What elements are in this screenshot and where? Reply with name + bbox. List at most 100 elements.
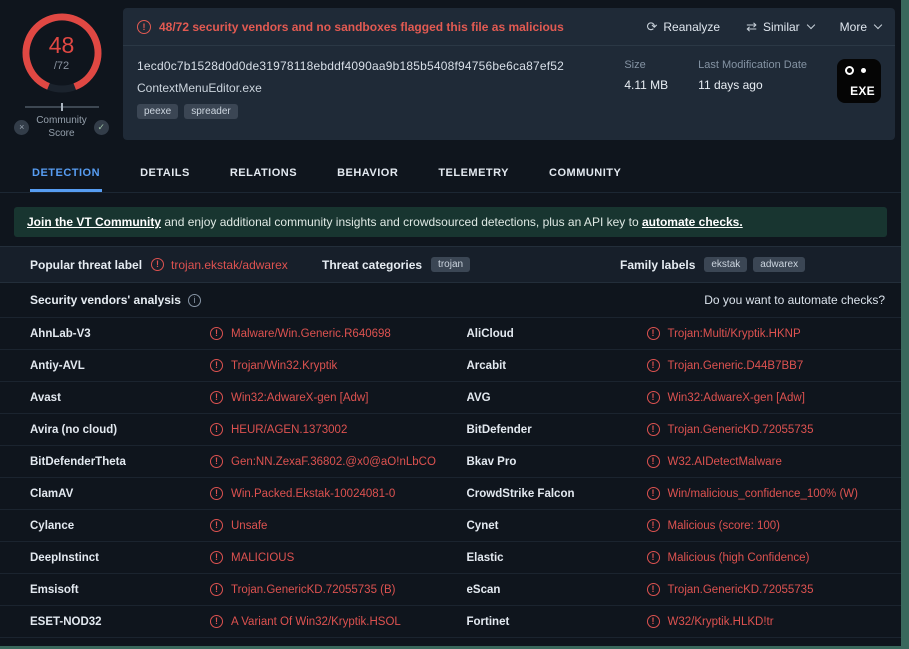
community-score-widget: × Community Score ✓ [7, 106, 117, 140]
threat-category-badges: trojan [431, 257, 470, 272]
family-label-badge[interactable]: ekstak [704, 257, 747, 272]
filetype-label: EXE [850, 84, 875, 98]
malicious-icon: ! [647, 455, 660, 468]
vendor-cell: Elastic!Malicious (high Confidence) [451, 542, 902, 573]
upvote-icon[interactable]: ✓ [94, 120, 109, 135]
detection-result-text: Win.Packed.Ekstak-10024081-0 [231, 488, 395, 500]
detection-score-gauge: 48 /72 [17, 8, 107, 98]
vendor-cell: BitDefender! Trojan.GenericKD.72055735 [451, 414, 902, 445]
modified-value: 11 days ago [698, 78, 807, 92]
vendor-cell: Avast!Win32:AdwareX-gen [Adw] [0, 382, 451, 413]
vendor-cell: AVG!Win32:AdwareX-gen [Adw] [451, 382, 902, 413]
detection-result: !Trojan:Multi/Kryptik.HKNP [647, 327, 801, 340]
popular-threat-value[interactable]: ! trojan.ekstak/adwarex [151, 258, 288, 272]
automate-checks-link[interactable]: automate checks. [642, 215, 743, 229]
table-row: ClamAV!Win.Packed.Ekstak-10024081-0Crowd… [0, 477, 901, 509]
tab-relations[interactable]: RELATIONS [228, 158, 299, 192]
similar-button[interactable]: ⇄ Similar [746, 19, 814, 35]
more-button[interactable]: More [840, 20, 881, 34]
vendor-cell: AliCloud!Trojan:Multi/Kryptik.HKNP [451, 318, 902, 349]
family-label-badge[interactable]: adwarex [753, 257, 805, 272]
tab-community[interactable]: COMMUNITY [547, 158, 623, 192]
detection-result-text: Win32:AdwareX-gen [Adw] [231, 392, 368, 404]
filetype-dot [861, 68, 866, 73]
malicious-icon: ! [210, 615, 223, 628]
alert-text: 48/72 security vendors and no sandboxes … [159, 20, 564, 34]
size-value: 4.11 MB [624, 78, 668, 92]
vendor-cell: Avira (no cloud)!HEUR/AGEN.1373002 [0, 414, 451, 445]
detection-result-text: Trojan.GenericKD.72055735 [668, 584, 814, 596]
detection-result-text: Malware/Win.Generic.R640698 [231, 328, 391, 340]
table-row: Avira (no cloud)!HEUR/AGEN.1373002BitDef… [0, 413, 901, 445]
file-tag-badge[interactable]: peexe [137, 104, 178, 119]
family-labels-label: Family labels [620, 258, 695, 272]
vendor-cell: ClamAV!Win.Packed.Ekstak-10024081-0 [0, 478, 451, 509]
table-row: AhnLab-V3!Malware/Win.Generic.R640698Ali… [0, 317, 901, 349]
malicious-icon: ! [647, 391, 660, 404]
table-row: BitDefenderTheta!Gen:NN.ZexaF.36802.@x0@… [0, 445, 901, 477]
automate-checks-prompt[interactable]: Do you want to automate checks? [704, 293, 885, 307]
malicious-icon: ! [647, 327, 660, 340]
size-label: Size [624, 59, 668, 71]
malicious-icon: ! [210, 583, 223, 596]
file-name: ContextMenuEditor.exe [137, 81, 594, 95]
detection-result-text: Trojan/Win32.Kryptik [231, 360, 337, 372]
detection-result: !HEUR/AGEN.1373002 [210, 423, 347, 436]
detection-result-text: Trojan.GenericKD.72055735 [668, 424, 814, 436]
filetype-exe-icon: EXE [837, 59, 881, 103]
file-size: Size 4.11 MB [624, 59, 668, 92]
vendor-cell: ESET-NOD32! A Variant Of Win32/Kryptik.HS… [0, 606, 451, 637]
vendor-cell: Bkav Pro!W32.AIDetectMalware [451, 446, 902, 477]
reanalyze-button[interactable]: ⟳ Reanalyze [646, 19, 720, 35]
table-row: Emsisoft!Trojan.GenericKD.72055735 (B)eS… [0, 573, 901, 605]
detection-result: !Malicious (high Confidence) [647, 551, 810, 564]
detection-result-text: MALICIOUS [231, 552, 294, 564]
detection-result-text: W32/Kryptik.HLKD!tr [668, 616, 774, 628]
tab-behavior[interactable]: BEHAVIOR [335, 158, 400, 192]
malicious-icon: ! [647, 519, 660, 532]
family-label-badges: ekstak adwarex [704, 257, 805, 272]
detection-result: ! Trojan.GenericKD.72055735 [647, 423, 814, 436]
vendor-name: Bkav Pro [467, 456, 647, 468]
file-tag-badge[interactable]: spreader [184, 104, 237, 119]
vendor-name: Fortinet [467, 616, 647, 628]
reanalyze-icon: ⟳ [646, 19, 657, 35]
join-vt-community-link[interactable]: Join the VT Community [27, 215, 161, 229]
banner-text: and enjoy additional community insights … [161, 215, 642, 229]
vendor-name: Antiy-AVL [30, 360, 210, 372]
detection-result-text: Unsafe [231, 520, 267, 532]
tab-detection[interactable]: DETECTION [30, 158, 102, 192]
vendor-name: ESET-NOD32 [30, 616, 210, 628]
malicious-icon: ! [647, 487, 660, 500]
analysis-title: Security vendors' analysis [30, 293, 181, 307]
detection-result-text: A Variant Of Win32/Kryptik.HSOL [231, 616, 401, 628]
community-score-marker [61, 103, 63, 111]
malicious-icon: ! [210, 487, 223, 500]
tab-telemetry[interactable]: TELEMETRY [436, 158, 511, 192]
file-header-panel: ! 48/72 security vendors and no sandboxe… [123, 8, 895, 140]
malicious-icon: ! [647, 359, 660, 372]
malicious-icon: ! [647, 423, 660, 436]
tab-details[interactable]: DETAILS [138, 158, 192, 192]
threat-categories-label: Threat categories [322, 258, 422, 272]
vendor-name: BitDefender [467, 424, 647, 436]
scrollbar-track[interactable] [901, 0, 909, 649]
downvote-icon[interactable]: × [14, 120, 29, 135]
vendor-cell: AhnLab-V3!Malware/Win.Generic.R640698 [0, 318, 451, 349]
info-icon[interactable]: i [188, 294, 201, 307]
file-hash[interactable]: 1ecd0c7b1528d0d0de31978118ebddf4090aa9b1… [137, 59, 594, 73]
detection-result: !Trojan.Generic.D44B7BB7 [647, 359, 804, 372]
community-score-label: Community Score [36, 115, 87, 140]
detection-result: !Trojan.GenericKD.72055735 (B) [210, 583, 396, 596]
vt-community-banner: Join the VT Community and enjoy addition… [14, 207, 887, 237]
file-tags: peexe spreader [137, 104, 594, 119]
virustotal-page: 48 /72 × Community Score ✓ [0, 0, 901, 646]
community-score-slider[interactable] [25, 106, 99, 108]
detection-result: ! Win.Packed.Ekstak-10024081-0 [210, 487, 395, 500]
detection-result: !Malware/Win.Generic.R640698 [210, 327, 391, 340]
detection-result: !Trojan/Win32.Kryptik [210, 359, 337, 372]
malicious-icon: ! [210, 391, 223, 404]
threat-category-badge[interactable]: trojan [431, 257, 470, 272]
chevron-down-icon [874, 21, 882, 29]
vendor-name: eScan [467, 584, 647, 596]
